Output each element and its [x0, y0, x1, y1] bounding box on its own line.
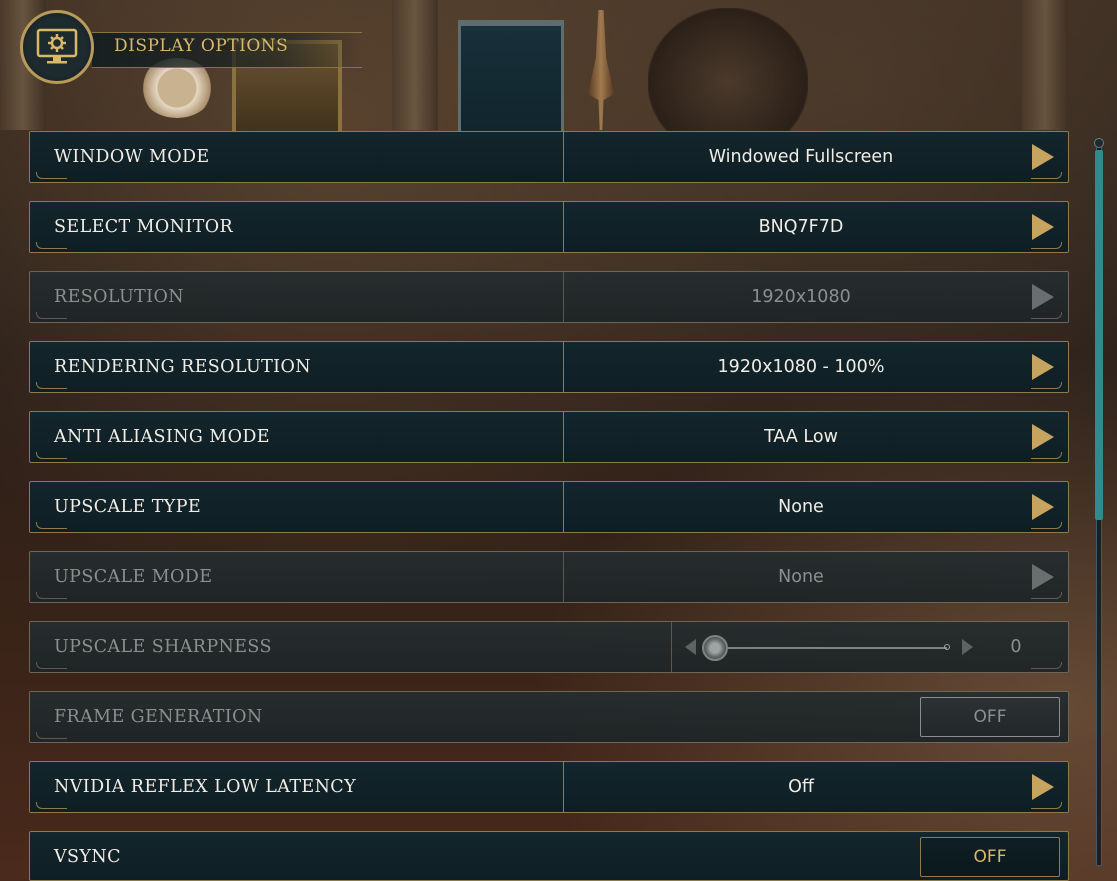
- setting-value: Windowed Fullscreen: [708, 147, 894, 167]
- slider-value: 0: [1010, 637, 1022, 657]
- setting-value: None: [778, 497, 824, 517]
- setting-value: 1920x1080 - 100%: [717, 357, 885, 377]
- corner-flourish: [1031, 522, 1062, 529]
- corner-flourish: [36, 592, 67, 599]
- next-arrow-icon: [1032, 564, 1054, 590]
- corner-flourish: [36, 662, 67, 669]
- setting-row-frame-generation: FRAME GENERATION OFF: [29, 691, 1069, 743]
- setting-value: BNQ7F7D: [758, 217, 844, 237]
- corner-flourish: [1031, 452, 1062, 459]
- next-arrow-icon[interactable]: [1032, 494, 1054, 520]
- divider: [671, 622, 672, 672]
- frame-generation-toggle: OFF: [920, 697, 1060, 737]
- corner-flourish: [36, 382, 67, 389]
- corner-flourish: [1031, 312, 1062, 319]
- corner-flourish: [36, 522, 67, 529]
- setting-label: RENDERING RESOLUTION: [54, 357, 311, 377]
- corner-flourish: [36, 452, 67, 459]
- setting-label: RESOLUTION: [54, 287, 184, 307]
- monitor-gear-icon: [20, 10, 94, 84]
- corner-flourish: [1031, 382, 1062, 389]
- setting-row-upscale-type[interactable]: UPSCALE TYPE None: [29, 481, 1069, 533]
- setting-value: TAA Low: [764, 427, 838, 447]
- corner-flourish: [36, 732, 67, 739]
- setting-row-rendering-resolution[interactable]: RENDERING RESOLUTION 1920x1080 - 100%: [29, 341, 1069, 393]
- setting-row-resolution: RESOLUTION 1920x1080: [29, 271, 1069, 323]
- menu-header: DISPLAY OPTIONS: [20, 10, 362, 84]
- corner-flourish: [36, 312, 67, 319]
- background-banner: [458, 20, 564, 141]
- sharpness-slider-track: [715, 647, 947, 649]
- setting-value: 1920x1080: [751, 287, 851, 307]
- page-title: DISPLAY OPTIONS: [114, 36, 289, 56]
- corner-flourish: [1031, 242, 1062, 249]
- setting-label: FRAME GENERATION: [54, 707, 263, 727]
- scroll-thumb[interactable]: [1095, 150, 1103, 520]
- setting-label: UPSCALE SHARPNESS: [54, 637, 272, 657]
- corner-flourish: [1031, 592, 1062, 599]
- setting-row-window-mode[interactable]: WINDOW MODE Windowed Fullscreen: [29, 131, 1069, 183]
- setting-row-anti-aliasing-mode[interactable]: ANTI ALIASING MODE TAA Low: [29, 411, 1069, 463]
- next-arrow-icon[interactable]: [1032, 214, 1054, 240]
- corner-flourish: [36, 242, 67, 249]
- setting-row-nvidia-reflex[interactable]: NVIDIA REFLEX LOW LATENCY Off: [29, 761, 1069, 813]
- vsync-toggle[interactable]: OFF: [920, 837, 1060, 877]
- next-arrow-icon[interactable]: [1032, 774, 1054, 800]
- slider-increase-arrow-icon: [962, 639, 973, 655]
- corner-flourish: [1031, 172, 1062, 179]
- setting-value: None: [778, 567, 824, 587]
- corner-flourish: [1031, 802, 1062, 809]
- setting-label: UPSCALE MODE: [54, 567, 213, 587]
- next-arrow-icon: [1032, 284, 1054, 310]
- setting-label: VSYNC: [54, 847, 121, 867]
- corner-flourish: [1031, 662, 1062, 669]
- next-arrow-icon[interactable]: [1032, 354, 1054, 380]
- background-boar-trophy: [648, 8, 808, 132]
- background-pillar-right: [1022, 0, 1068, 130]
- next-arrow-icon[interactable]: [1032, 424, 1054, 450]
- setting-row-select-monitor[interactable]: SELECT MONITOR BNQ7F7D: [29, 201, 1069, 253]
- setting-value: Off: [788, 777, 814, 797]
- setting-row-upscale-mode: UPSCALE MODE None: [29, 551, 1069, 603]
- sharpness-slider-knob: [702, 635, 728, 661]
- slider-decrease-arrow-icon: [685, 639, 696, 655]
- slider-end-marker: [944, 644, 950, 650]
- corner-flourish: [36, 802, 67, 809]
- setting-label: WINDOW MODE: [54, 147, 210, 167]
- setting-label: SELECT MONITOR: [54, 217, 234, 237]
- corner-flourish: [36, 172, 67, 179]
- scroll-cap: [1094, 138, 1104, 148]
- background-pillar: [392, 0, 438, 130]
- setting-label: NVIDIA REFLEX LOW LATENCY: [54, 777, 357, 797]
- setting-label: ANTI ALIASING MODE: [54, 427, 270, 447]
- setting-label: UPSCALE TYPE: [54, 497, 202, 517]
- setting-row-vsync[interactable]: VSYNC OFF: [29, 831, 1069, 881]
- next-arrow-icon[interactable]: [1032, 144, 1054, 170]
- settings-scrollbar[interactable]: [1092, 138, 1106, 870]
- background-sword: [588, 10, 614, 130]
- setting-row-upscale-sharpness: UPSCALE SHARPNESS 0: [29, 621, 1069, 673]
